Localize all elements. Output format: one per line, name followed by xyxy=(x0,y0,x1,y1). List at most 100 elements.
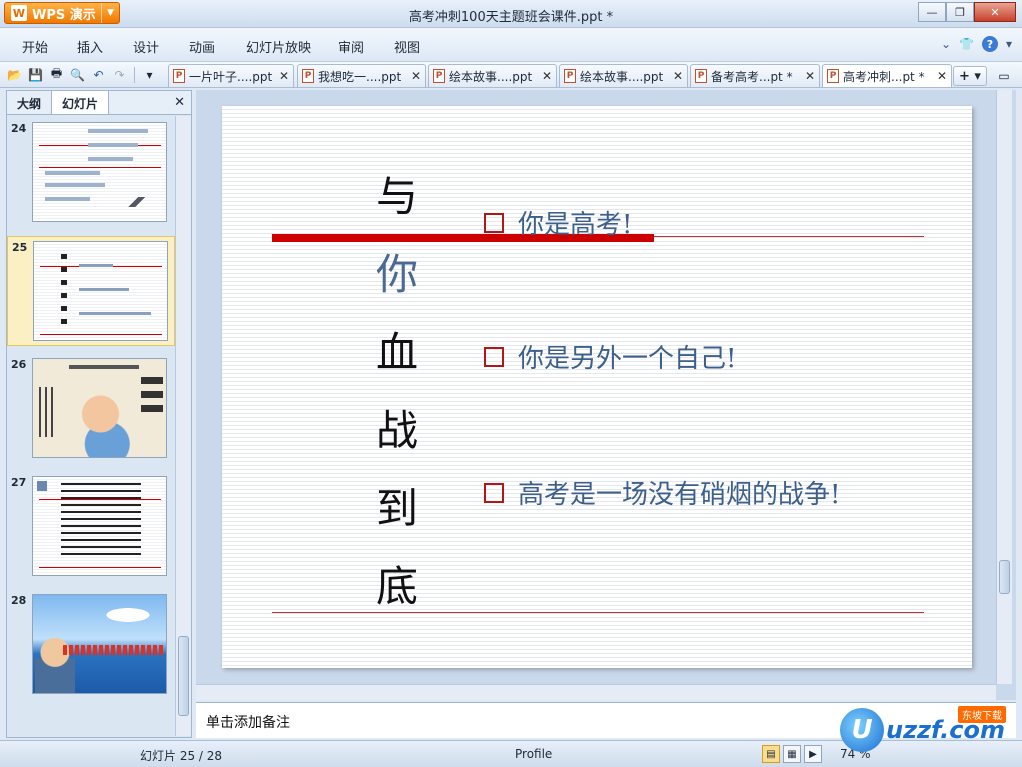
tab-document[interactable]: P 绘本故事....ppt ✕ xyxy=(559,64,688,87)
toolbar-divider xyxy=(134,66,135,83)
bullet-text: 你是另外一个自己! xyxy=(518,344,737,374)
slide-vertical-scrollbar[interactable] xyxy=(996,90,1012,684)
tab-document[interactable]: P 备考高考...pt * ✕ xyxy=(690,64,820,87)
ppt-file-icon: P xyxy=(302,69,314,83)
tab-label: 备考高考...pt * xyxy=(711,69,793,84)
ppt-file-icon: P xyxy=(433,69,445,83)
title-char: 与 xyxy=(375,172,418,221)
slide-thumbnail-row[interactable]: 26 xyxy=(7,354,175,464)
window-title: 高考冲刺100天主题班会课件.ppt * xyxy=(408,10,614,25)
customize-toolbar-icon[interactable]: ▾ xyxy=(141,66,158,83)
ppt-file-icon: P xyxy=(564,69,576,83)
maximize-button[interactable]: ❐ xyxy=(946,2,974,22)
tab-label: 绘本故事....ppt xyxy=(449,69,533,84)
checkbox-bullet-icon xyxy=(484,212,504,233)
slide-thumbnail-row[interactable]: 27 xyxy=(7,472,175,582)
tab-document[interactable]: P 一片叶子....ppt ✕ xyxy=(168,64,294,87)
close-tab-icon[interactable]: ✕ xyxy=(538,69,552,83)
thumb-red-line xyxy=(40,334,162,335)
thumb-red-line xyxy=(39,567,161,568)
bullet-text: 你是高考! xyxy=(518,210,633,240)
slide-navigator-pane: 大纲 幻灯片 ✕ 24 25 26 27 28 xyxy=(6,90,192,738)
tab-document[interactable]: P 绘本故事....ppt ✕ xyxy=(428,64,557,87)
quick-access-icons: 📂 💾 🖶 🔍 ↶ ↷ ▾ xyxy=(6,66,158,83)
quick-toolbar: 📂 💾 🖶 🔍 ↶ ↷ ▾ P 一片叶子....ppt ✕ P 我想吃一....… xyxy=(0,62,1022,88)
close-tab-icon[interactable]: ✕ xyxy=(801,69,815,83)
thumb-text-placeholder xyxy=(69,365,139,369)
slide-sorter-view-icon[interactable]: ▦ xyxy=(783,745,801,763)
thumb-cloud xyxy=(103,607,153,623)
close-tab-icon[interactable]: ✕ xyxy=(669,69,683,83)
slide-thumbnail[interactable] xyxy=(32,476,167,576)
slideshow-view-icon[interactable]: ▶ xyxy=(804,745,822,763)
slide-thumbnail[interactable] xyxy=(33,241,168,341)
tab-label: 绘本故事....ppt xyxy=(580,69,664,84)
save-icon[interactable]: 💾 xyxy=(27,66,44,83)
close-tab-icon[interactable]: ✕ xyxy=(275,69,289,83)
thumb-red-text xyxy=(63,645,163,655)
slide-thumbnail[interactable] xyxy=(32,122,167,222)
checkbox-bullet-icon xyxy=(484,482,504,503)
menu-review[interactable]: 审阅 xyxy=(338,37,364,56)
print-icon[interactable]: 🖶 xyxy=(48,66,65,83)
menu-design[interactable]: 设计 xyxy=(133,37,159,56)
open-folder-icon[interactable]: 📂 xyxy=(6,66,23,83)
ppt-file-icon: P xyxy=(827,69,839,83)
slide-bullet[interactable]: 你是另外一个自己! xyxy=(484,338,736,375)
view-switcher: ▤ ▦ ▶ xyxy=(762,745,822,763)
slide-vertical-title[interactable]: 与 你 血 战 到 底 xyxy=(372,158,422,626)
slide-thumbnail[interactable] xyxy=(32,594,167,694)
title-bar: W WPS 演示 ▼ 高考冲刺100天主题班会课件.ppt * — ❐ ✕ xyxy=(0,0,1022,28)
tab-outline[interactable]: 大纲 xyxy=(7,91,51,114)
scrollbar-thumb[interactable] xyxy=(178,636,189,716)
thumb-text-placeholder xyxy=(45,183,105,187)
new-tab-button[interactable]: + ▾ xyxy=(953,66,987,86)
redo-icon[interactable]: ↷ xyxy=(111,66,128,83)
slide-thumbnail-row[interactable]: 24 xyxy=(7,118,175,228)
thumb-bullet xyxy=(79,288,129,291)
scrollbar-thumb[interactable] xyxy=(999,560,1010,594)
slide-bullet[interactable]: 高考是一场没有硝烟的战争! xyxy=(484,474,840,511)
thumb-text-placeholder xyxy=(45,197,90,201)
tab-list-icon[interactable]: ▭ xyxy=(993,66,1015,86)
tab-label: 一片叶子....ppt xyxy=(189,69,273,84)
help-icon[interactable]: ? xyxy=(981,36,998,52)
normal-view-icon[interactable]: ▤ xyxy=(762,745,780,763)
close-window-button[interactable]: ✕ xyxy=(974,2,1016,22)
skin-shirt-icon[interactable]: 👕 xyxy=(959,37,974,51)
menu-right-controls: ⌄ 👕 ? ▾ xyxy=(941,36,1012,52)
menu-insert[interactable]: 插入 xyxy=(77,37,103,56)
thumb-text-placeholder xyxy=(88,129,148,133)
title-char: 你 xyxy=(375,250,418,299)
slide-thumbnail[interactable] xyxy=(32,358,167,458)
menu-animation[interactable]: 动画 xyxy=(189,37,215,56)
slide-number: 27 xyxy=(11,476,27,489)
slide-thumbnail-row-selected[interactable]: 25 xyxy=(7,236,175,346)
slide-horizontal-scrollbar[interactable] xyxy=(196,684,996,700)
minimize-button[interactable]: — xyxy=(918,2,946,22)
menu-start[interactable]: 开始 xyxy=(22,37,48,56)
thumb-bullet xyxy=(79,312,151,315)
current-slide[interactable]: 与 你 血 战 到 底 你是高考! 你是另外一个自己! 高考是一场没有硝烟的战争… xyxy=(222,106,972,668)
undo-icon[interactable]: ↶ xyxy=(90,66,107,83)
thumb-decoration xyxy=(119,197,157,207)
tab-document-active[interactable]: P 高考冲刺...pt * ✕ xyxy=(822,64,952,87)
slide-bullet[interactable]: 你是高考! xyxy=(484,204,632,241)
chevron-down-icon[interactable]: ▾ xyxy=(1006,37,1012,51)
menu-view[interactable]: 视图 xyxy=(394,37,420,56)
tab-document[interactable]: P 我想吃一....ppt ✕ xyxy=(297,64,426,87)
thumbnail-scrollbar[interactable] xyxy=(175,116,191,736)
slide-number: 26 xyxy=(11,358,27,371)
slide-thumbnail-list: 24 25 26 27 28 xyxy=(7,116,175,736)
tab-slides[interactable]: 幻灯片 xyxy=(51,91,110,114)
close-pane-icon[interactable]: ✕ xyxy=(174,95,185,110)
title-char: 战 xyxy=(375,406,418,455)
print-preview-icon[interactable]: 🔍 xyxy=(69,66,86,83)
close-tab-icon[interactable]: ✕ xyxy=(407,69,421,83)
slide-thumbnail-row[interactable]: 28 xyxy=(7,590,175,700)
thumb-calligraphy xyxy=(39,387,57,437)
chevron-down-icon[interactable]: ⌄ xyxy=(941,37,951,51)
ppt-file-icon: P xyxy=(695,69,707,83)
menu-slideshow[interactable]: 幻灯片放映 xyxy=(246,37,311,56)
close-tab-icon[interactable]: ✕ xyxy=(933,69,947,83)
